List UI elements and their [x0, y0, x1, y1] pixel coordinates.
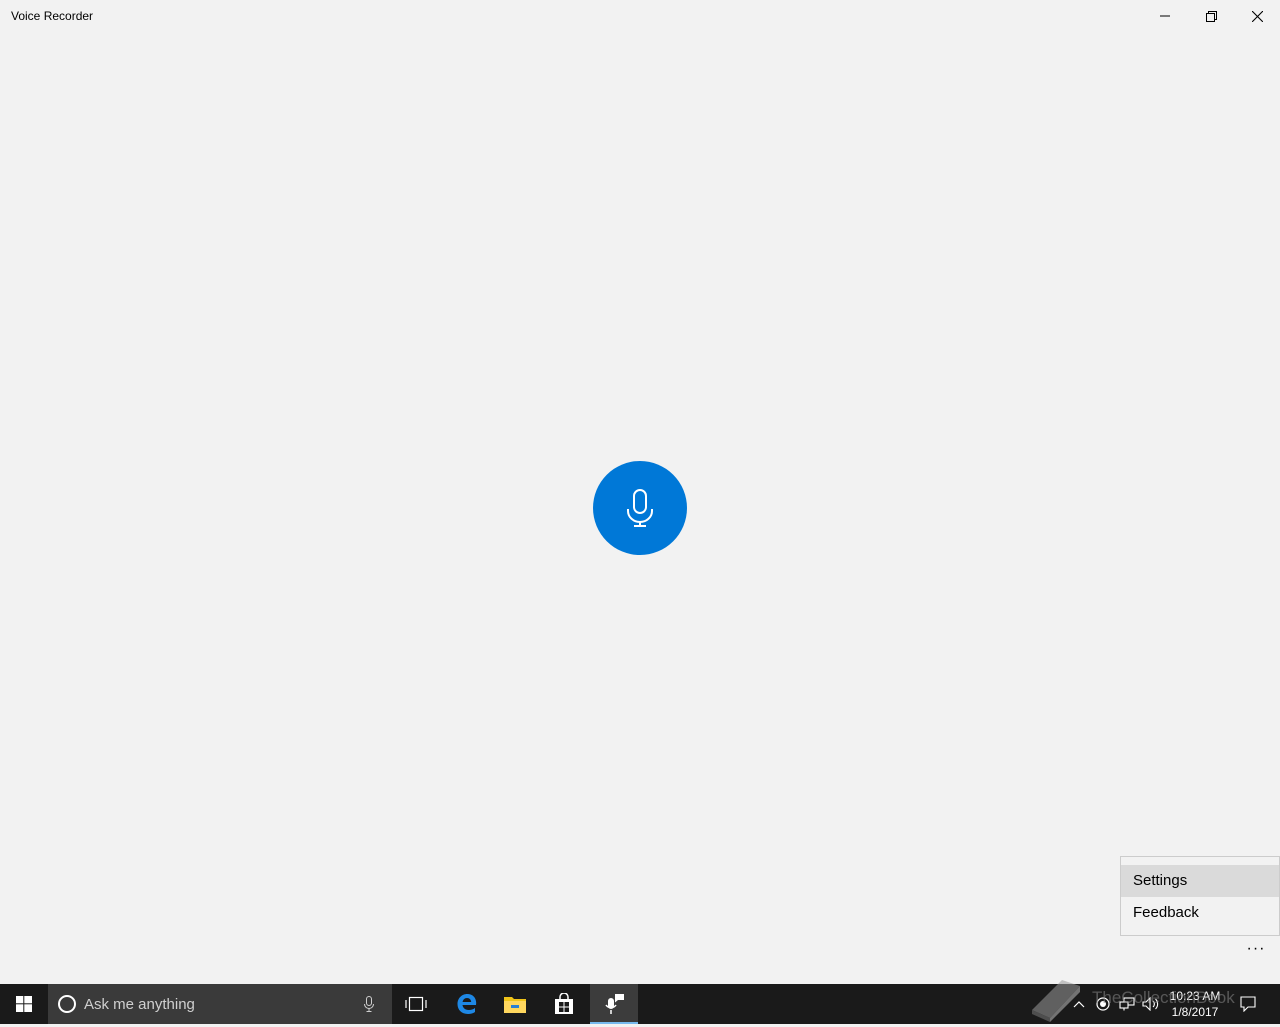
windows-logo-icon: [16, 996, 32, 1012]
voice-recorder-taskbar-button[interactable]: [590, 984, 638, 1024]
voice-recorder-icon: [605, 994, 624, 1014]
edge-button[interactable]: [443, 984, 491, 1024]
close-icon: [1251, 10, 1263, 22]
close-button[interactable]: [1234, 0, 1280, 32]
title-bar: Voice Recorder: [0, 0, 1280, 32]
microphone-icon: [627, 489, 653, 527]
watermark-text: TheCollectionBook: [1092, 988, 1235, 1007]
more-options-menu: Settings Feedback: [1120, 856, 1280, 936]
watermark: TheCollectionBook: [1028, 972, 1268, 1024]
app-title: Voice Recorder: [11, 9, 94, 23]
record-button[interactable]: [593, 461, 687, 555]
search-microphone-icon[interactable]: [364, 996, 374, 1012]
store-button[interactable]: [540, 984, 588, 1024]
restore-icon: [1205, 10, 1217, 22]
file-explorer-button[interactable]: [491, 984, 539, 1024]
menu-item-feedback[interactable]: Feedback: [1121, 897, 1279, 929]
book-logo-icon: [1032, 980, 1080, 1022]
cortana-icon: [58, 995, 76, 1013]
restore-button[interactable]: [1188, 0, 1234, 32]
store-icon: [555, 993, 573, 1014]
more-options-button[interactable]: ···: [1236, 938, 1276, 960]
cortana-search-box[interactable]: Ask me anything: [48, 984, 392, 1024]
task-view-icon: [405, 996, 427, 1012]
task-view-button[interactable]: [392, 984, 440, 1024]
edge-icon: [457, 994, 477, 1014]
menu-item-settings[interactable]: Settings: [1121, 865, 1279, 897]
start-button[interactable]: [0, 984, 48, 1024]
search-placeholder: Ask me anything: [84, 996, 195, 1013]
file-explorer-icon: [504, 997, 526, 1013]
minimize-icon: [1160, 15, 1170, 17]
minimize-button[interactable]: [1142, 0, 1188, 32]
